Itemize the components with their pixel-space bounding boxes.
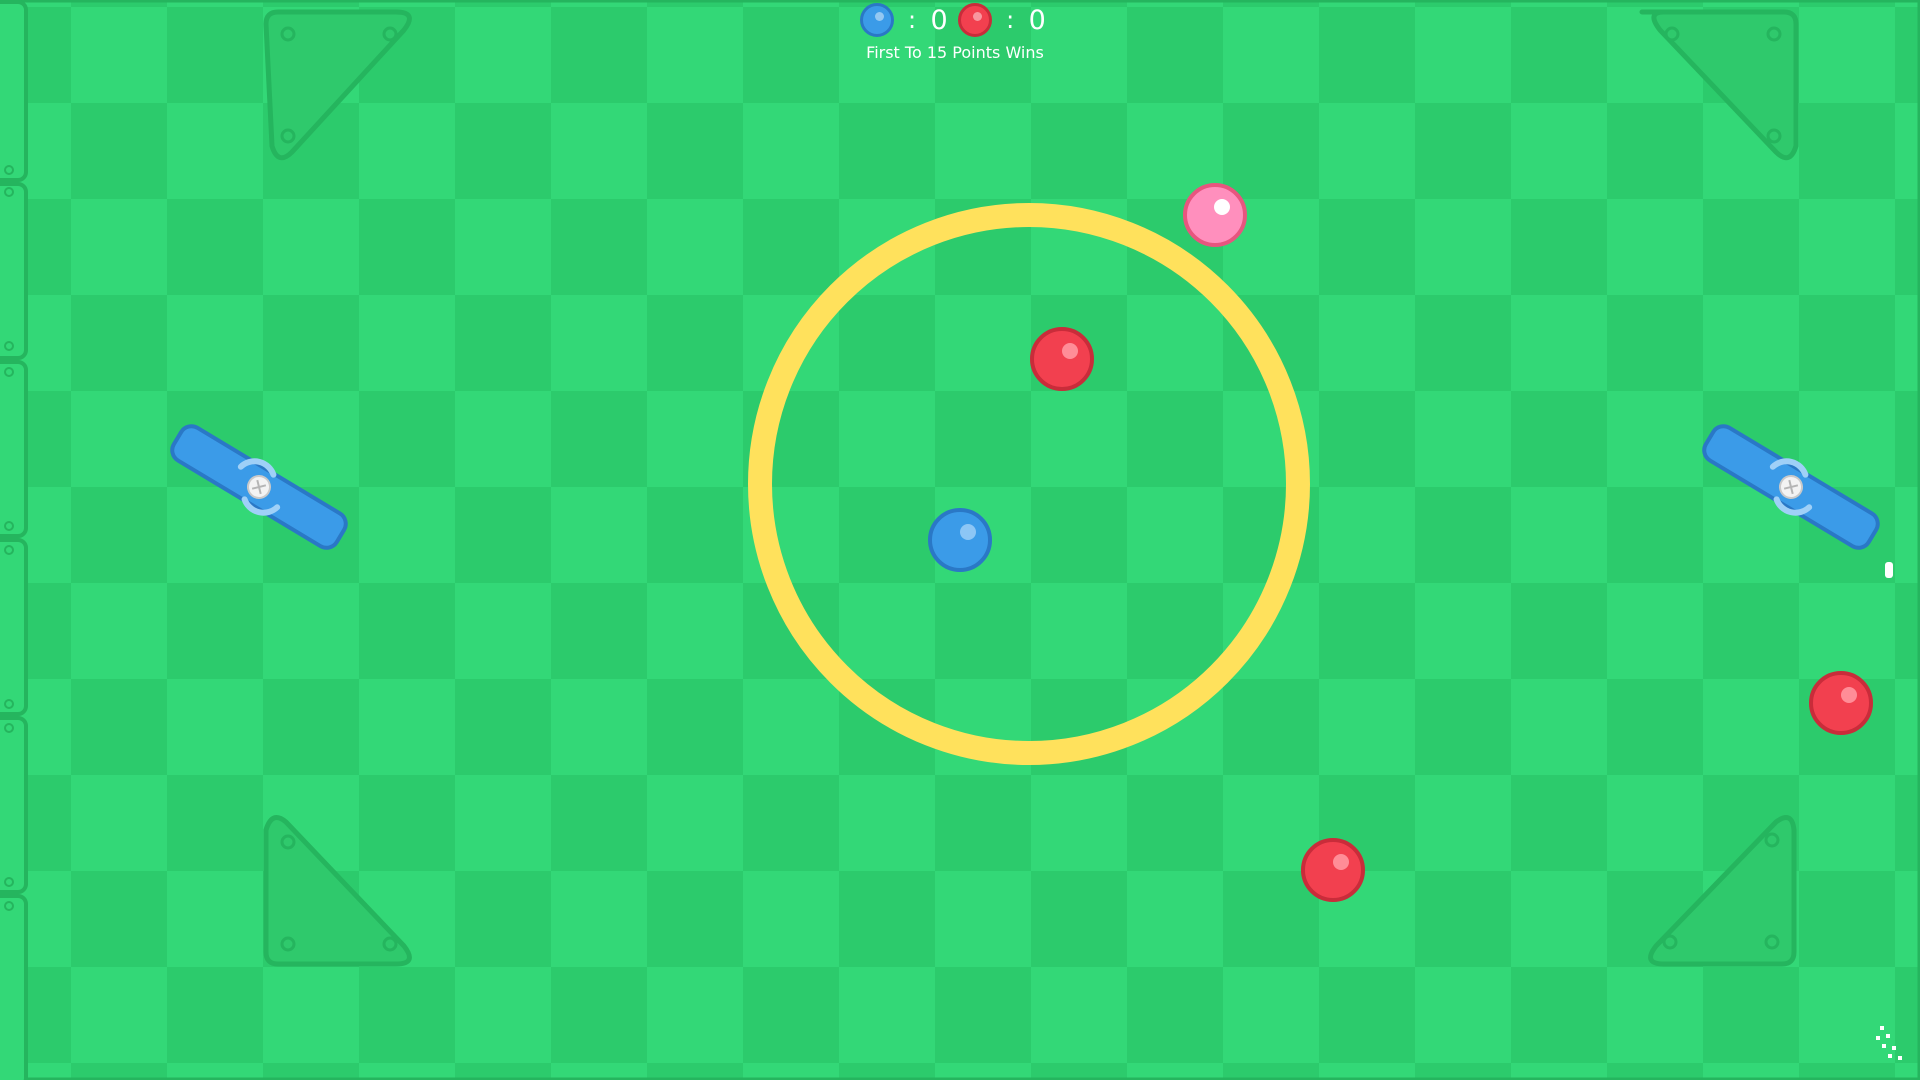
pointer-mark <box>1885 562 1893 578</box>
red-player[interactable] <box>1809 671 1873 735</box>
blue-player[interactable] <box>928 508 992 572</box>
game-field[interactable] <box>0 0 1920 1080</box>
red-player[interactable] <box>1030 327 1094 391</box>
left-wall-segment <box>0 894 28 1080</box>
left-wall-segment <box>0 360 28 538</box>
left-wall <box>0 0 28 1080</box>
left-wall-segment <box>0 538 28 716</box>
left-wall-segment <box>0 716 28 894</box>
red-player[interactable] <box>1301 838 1365 902</box>
left-wall-segment <box>0 182 28 360</box>
game-stage[interactable]: : 0 : 0 First To 15 Points Wins <box>0 0 1920 1080</box>
game-ball <box>1183 183 1247 247</box>
left-wall-segment <box>0 0 28 182</box>
